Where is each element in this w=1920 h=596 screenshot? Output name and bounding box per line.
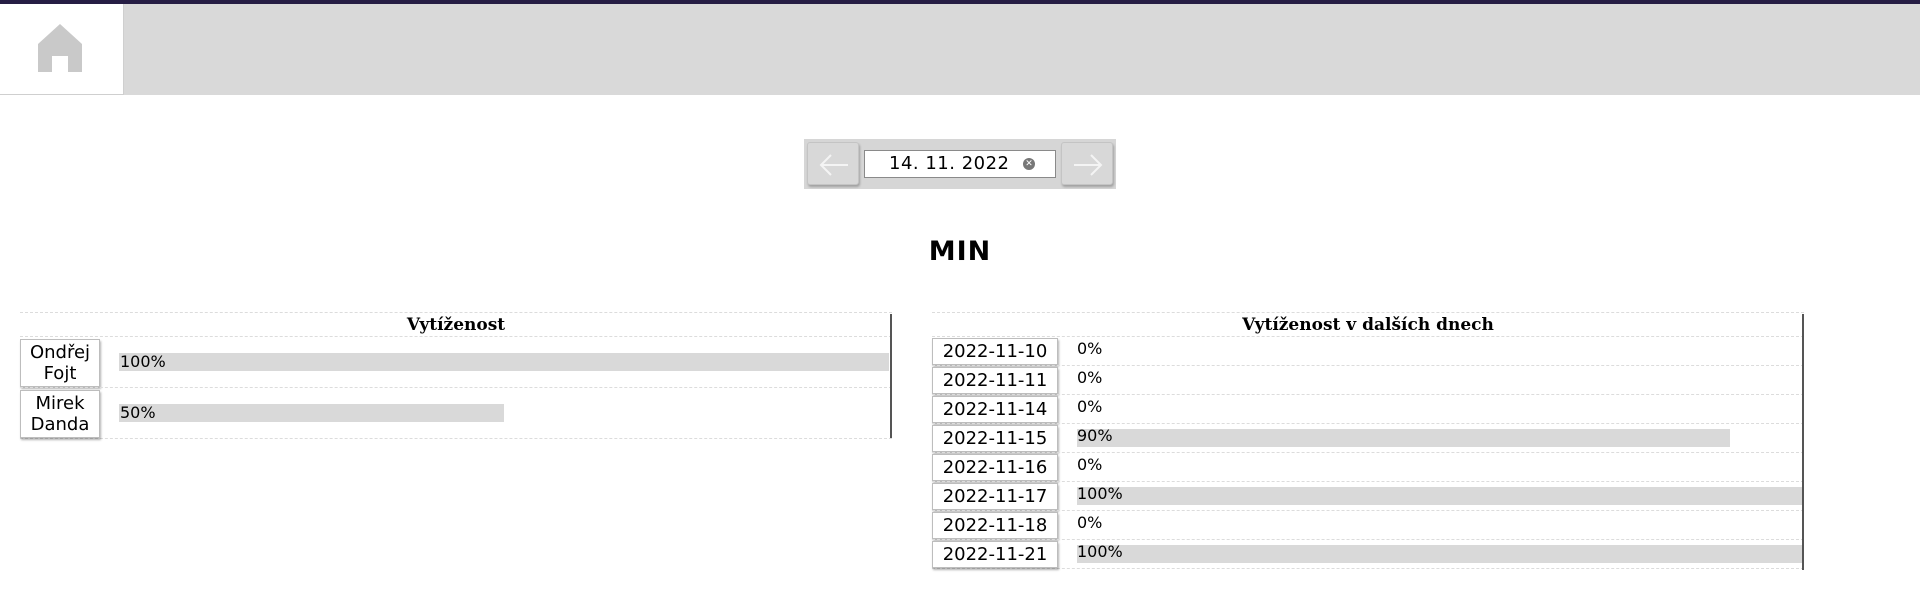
upcoming-percent: 0% (1077, 455, 1103, 474)
upcoming-bar (1077, 429, 1730, 447)
upcoming-panel-border (1802, 314, 1804, 570)
upcoming-bar (1077, 487, 1802, 505)
date-button[interactable]: 2022-11-18 (932, 512, 1058, 539)
home-button[interactable] (0, 4, 124, 95)
upcoming-row: 2022-11-16 0% (932, 452, 1804, 481)
clear-date-icon[interactable]: ✕ (1023, 158, 1035, 170)
upcoming-row: 2022-11-14 0% (932, 394, 1804, 423)
upcoming-percent: 0% (1077, 339, 1103, 358)
upcoming-percent: 0% (1077, 397, 1103, 416)
date-navigator: 14. 11. 2022 ✕ (804, 139, 1116, 189)
arrow-left-icon (819, 154, 848, 176)
date-button[interactable]: 2022-11-16 (932, 454, 1058, 481)
workload-percent: 50% (120, 403, 156, 422)
date-button[interactable]: 2022-11-15 (932, 425, 1058, 452)
date-input[interactable]: 14. 11. 2022 ✕ (864, 150, 1056, 178)
upcoming-row: 2022-11-15 90% (932, 423, 1804, 452)
workload-title: Vytíženost (20, 312, 892, 336)
upcoming-percent: 90% (1077, 426, 1113, 445)
arrow-right-icon (1074, 154, 1103, 176)
workload-bar (119, 353, 889, 371)
upcoming-row: 2022-11-10 0% (932, 336, 1804, 365)
upcoming-row: 2022-11-21 100% (932, 539, 1804, 568)
upcoming-panel: Vytíženost v dalších dnech 2022-11-10 0% 2… (932, 312, 1804, 570)
upcoming-row: 2022-11-17 100% (932, 481, 1804, 510)
upcoming-title: Vytíženost v dalších dnech (932, 312, 1804, 336)
next-day-button[interactable] (1061, 142, 1113, 185)
workload-bar (119, 404, 504, 422)
upcoming-row: 2022-11-11 0% (932, 365, 1804, 394)
date-button[interactable]: 2022-11-21 (932, 541, 1058, 568)
employee-name-button[interactable]: Mirek Danda (20, 390, 100, 438)
upcoming-percent: 0% (1077, 368, 1103, 387)
upcoming-row: 2022-11-18 0% (932, 510, 1804, 539)
date-button[interactable]: 2022-11-17 (932, 483, 1058, 510)
workload-panel-border (890, 314, 892, 438)
upcoming-percent: 100% (1077, 542, 1123, 561)
upcoming-bar (1077, 545, 1802, 563)
workload-row: Mirek Danda 50% (20, 387, 892, 438)
previous-day-button[interactable] (807, 142, 859, 185)
workload-percent: 100% (120, 352, 166, 371)
date-value: 14. 11. 2022 (889, 153, 1010, 174)
workload-row: Ondřej Fojt 100% (20, 336, 892, 387)
upcoming-percent: 0% (1077, 513, 1103, 532)
date-button[interactable]: 2022-11-14 (932, 396, 1058, 423)
upcoming-percent: 100% (1077, 484, 1123, 503)
date-button[interactable]: 2022-11-10 (932, 338, 1058, 365)
workload-panel: Vytíženost Ondřej Fojt 100% Mirek Danda 50% (20, 312, 892, 439)
date-button[interactable]: 2022-11-11 (932, 367, 1058, 394)
page-title: MIN (928, 236, 992, 267)
employee-name-button[interactable]: Ondřej Fojt (20, 339, 100, 387)
home-icon (38, 24, 82, 72)
header-bar (0, 4, 1920, 95)
